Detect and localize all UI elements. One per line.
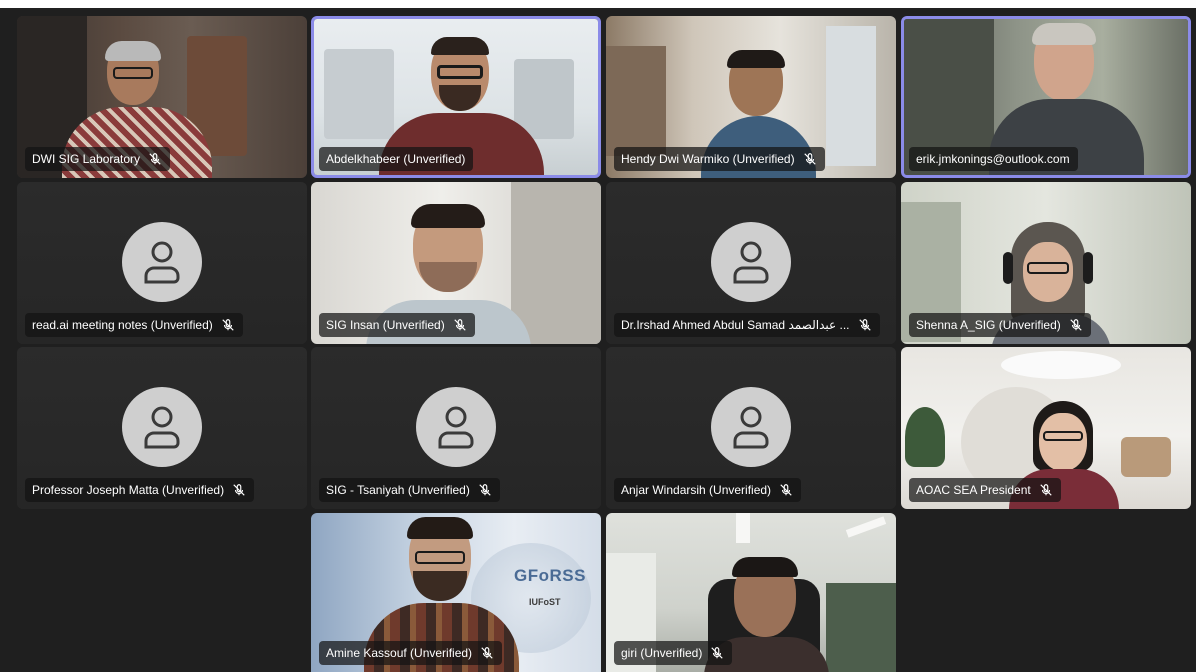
participant-tile-giri[interactable]: giri (Unverified) xyxy=(606,513,896,672)
participant-name-label: DWI SIG Laboratory xyxy=(25,147,171,171)
mic-off-icon xyxy=(481,647,493,659)
participant-tile-shenna[interactable]: Shenna A_SIG (Unverified) xyxy=(901,182,1191,344)
participant-name: Shenna A_SIG (Unverified) xyxy=(916,318,1061,332)
participant-name: AOAC SEA President xyxy=(916,483,1031,497)
mic-off-icon xyxy=(1070,319,1082,331)
mic-off-icon xyxy=(479,484,491,496)
video-call-window: DWI SIG Laboratory Abdelkhabeer (Unverif… xyxy=(0,0,1196,672)
window-top-strip xyxy=(0,0,1196,8)
person-avatar-icon xyxy=(711,222,791,302)
participant-name: Hendy Dwi Warmiko (Unverified) xyxy=(621,152,795,166)
participant-tile-abdelkhabeer[interactable]: Abdelkhabeer (Unverified) xyxy=(311,16,601,178)
mic-off-icon xyxy=(454,319,466,331)
participant-tile-sig-tsaniyah[interactable]: SIG - Tsaniyah (Unverified) xyxy=(311,347,601,509)
mic-off-icon xyxy=(780,484,792,496)
participant-name: Anjar Windarsih (Unverified) xyxy=(621,483,772,497)
participant-name-label: giri (Unverified) xyxy=(614,641,733,665)
participant-name-label: erik.jmkonings@outlook.com xyxy=(909,147,1078,171)
participant-tile-anjar-windarsih[interactable]: Anjar Windarsih (Unverified) xyxy=(606,347,896,509)
participant-name: Amine Kassouf (Unverified) xyxy=(326,646,473,660)
participant-name: Professor Joseph Matta (Unverified) xyxy=(32,483,225,497)
participant-name: SIG Insan (Unverified) xyxy=(326,318,445,332)
participant-tile-dr-irshad[interactable]: Dr.Irshad Ahmed Abdul Samad عبدالصمد ... xyxy=(606,182,896,344)
person-avatar-icon xyxy=(122,387,202,467)
mic-off-icon xyxy=(149,153,161,165)
participant-name: DWI SIG Laboratory xyxy=(32,152,141,166)
participant-tile-amine-kassouf[interactable]: GFoRSS IUFoST Amine Kassouf (Unverified) xyxy=(311,513,601,672)
mic-off-icon xyxy=(222,319,234,331)
participant-tile-read-ai[interactable]: read.ai meeting notes (Unverified) xyxy=(17,182,307,344)
participant-name-label: Amine Kassouf (Unverified) xyxy=(319,641,503,665)
participant-tile-sig-insan[interactable]: SIG Insan (Unverified) xyxy=(311,182,601,344)
participant-name: giri (Unverified) xyxy=(621,646,703,660)
participant-tile-erik-jmkonings[interactable]: erik.jmkonings@outlook.com xyxy=(901,16,1191,178)
person-avatar-icon xyxy=(711,387,791,467)
participant-name-label: SIG Insan (Unverified) xyxy=(319,313,475,337)
participant-name: Dr.Irshad Ahmed Abdul Samad عبدالصمد ... xyxy=(621,318,850,332)
participant-name-label: Professor Joseph Matta (Unverified) xyxy=(25,478,255,502)
participant-name: Abdelkhabeer (Unverified) xyxy=(326,152,466,166)
participant-tile-dwi-sig-laboratory[interactable]: DWI SIG Laboratory xyxy=(17,16,307,178)
participant-tile-aoac-sea-president[interactable]: AOAC SEA President xyxy=(901,347,1191,509)
person-avatar-icon xyxy=(122,222,202,302)
participant-name-label: read.ai meeting notes (Unverified) xyxy=(25,313,243,337)
participant-name: read.ai meeting notes (Unverified) xyxy=(32,318,213,332)
participant-name: SIG - Tsaniyah (Unverified) xyxy=(326,483,470,497)
participant-tile-joseph-matta[interactable]: Professor Joseph Matta (Unverified) xyxy=(17,347,307,509)
participant-tile-hendy-dwi-warmiko[interactable]: Hendy Dwi Warmiko (Unverified) xyxy=(606,16,896,178)
mic-off-icon xyxy=(858,319,871,331)
participant-name-label: Hendy Dwi Warmiko (Unverified) xyxy=(614,147,825,171)
participant-name-label: Abdelkhabeer (Unverified) xyxy=(319,147,474,171)
participant-name-label: Anjar Windarsih (Unverified) xyxy=(614,478,802,502)
participant-name-label: Shenna A_SIG (Unverified) xyxy=(909,313,1091,337)
person-avatar-icon xyxy=(416,387,496,467)
mic-off-icon xyxy=(1040,484,1052,496)
mic-off-icon xyxy=(711,647,724,659)
participant-name-label: AOAC SEA President xyxy=(909,478,1061,502)
mic-off-icon xyxy=(803,153,816,165)
gforss-logo: GFoRSS xyxy=(514,566,586,585)
mic-off-icon xyxy=(233,484,245,496)
participant-name-label: Dr.Irshad Ahmed Abdul Samad عبدالصمد ... xyxy=(614,313,880,337)
participant-name: erik.jmkonings@outlook.com xyxy=(916,152,1070,166)
participant-name-label: SIG - Tsaniyah (Unverified) xyxy=(319,478,500,502)
iufost-logo: IUFoST xyxy=(529,597,561,607)
